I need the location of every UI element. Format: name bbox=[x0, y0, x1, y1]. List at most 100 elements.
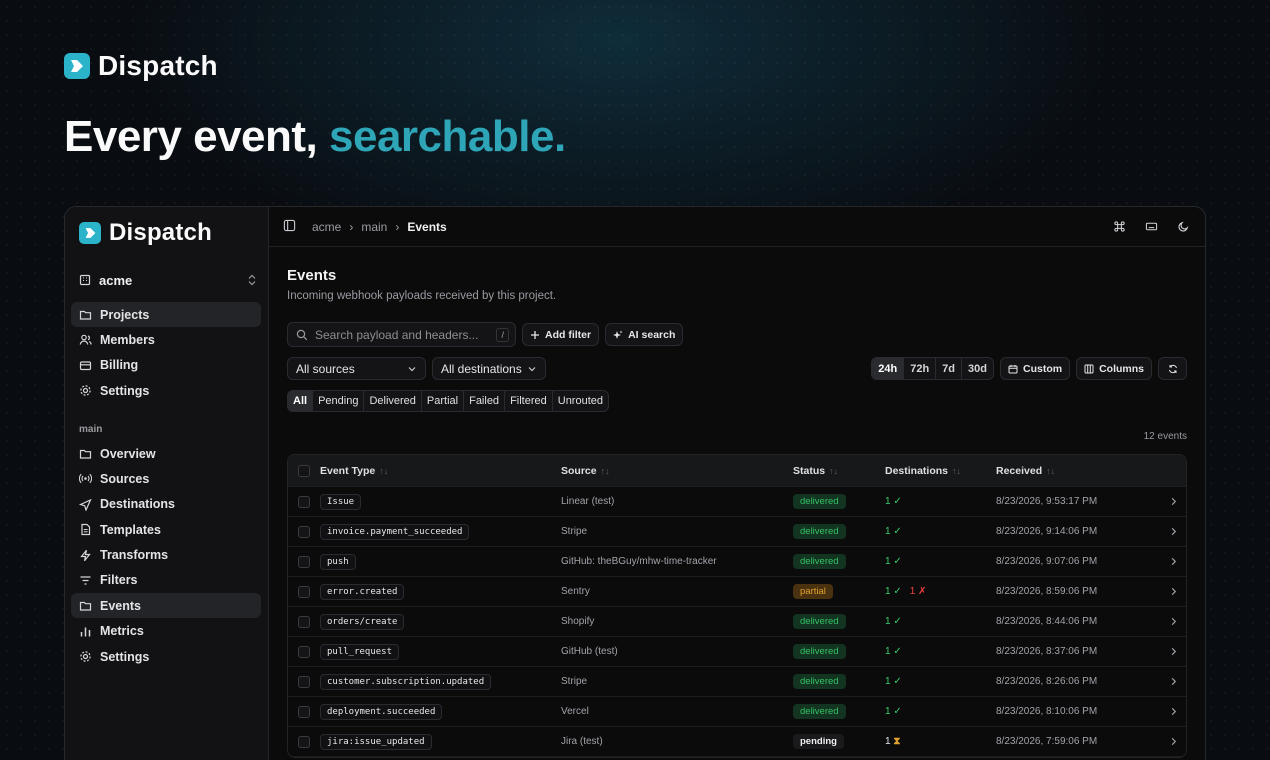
sidebar-item-projects[interactable]: Projects bbox=[71, 302, 261, 327]
row-open[interactable] bbox=[1161, 677, 1185, 686]
row-open[interactable] bbox=[1161, 617, 1185, 626]
range-72h[interactable]: 72h bbox=[904, 358, 937, 379]
sidebar-item-settings[interactable]: Settings bbox=[71, 378, 261, 403]
select-all-checkbox[interactable] bbox=[298, 464, 310, 477]
row-checkbox[interactable] bbox=[298, 525, 310, 538]
search-shortcut: / bbox=[496, 327, 509, 342]
sidebar-item-overview[interactable]: Overview bbox=[71, 441, 261, 466]
custom-range-button[interactable]: Custom bbox=[999, 357, 1071, 380]
event-received: 8/23/2026, 8:44:06 PM bbox=[996, 616, 1098, 627]
col-status[interactable]: Status ↑↓ bbox=[793, 465, 885, 477]
event-source: Vercel bbox=[561, 706, 589, 717]
columns-button[interactable]: Columns bbox=[1076, 357, 1152, 380]
calendar-icon bbox=[1008, 364, 1018, 373]
search-placeholder: Search payload and headers... bbox=[315, 327, 479, 342]
status-badge: delivered bbox=[793, 704, 846, 719]
event-type: customer.subscription.updated bbox=[320, 674, 492, 690]
table-row[interactable]: customer.subscription.updated Stripe deliv… bbox=[288, 667, 1186, 697]
col-destinations-label: Destinations bbox=[885, 464, 949, 477]
sources-select[interactable]: All sources bbox=[287, 357, 426, 380]
sidebar-item-destinations[interactable]: Destinations bbox=[71, 492, 261, 517]
command-icon[interactable] bbox=[1111, 219, 1127, 235]
refresh-button[interactable] bbox=[1158, 357, 1187, 380]
hourglass-icon: ⧗ bbox=[893, 736, 901, 747]
table-row[interactable]: orders/create Shopify delivered 1 ✓ 8/23/202… bbox=[288, 607, 1186, 637]
send-icon bbox=[79, 498, 92, 511]
moon-icon[interactable] bbox=[1175, 219, 1191, 235]
row-checkbox[interactable] bbox=[298, 735, 310, 748]
range-24h[interactable]: 24h bbox=[872, 358, 905, 379]
table-row[interactable]: push GitHub: theBGuy/mhw-time-tracker deli… bbox=[288, 547, 1186, 577]
building-icon bbox=[79, 274, 91, 286]
table-row[interactable]: invoice.payment_succeeded Stripe delivered… bbox=[288, 517, 1186, 547]
row-checkbox[interactable] bbox=[298, 645, 310, 658]
row-open[interactable] bbox=[1161, 497, 1185, 506]
ai-search-button[interactable]: AI search bbox=[605, 323, 684, 346]
breadcrumb-org[interactable]: acme bbox=[312, 220, 341, 234]
row-open[interactable] bbox=[1161, 557, 1185, 566]
tab-unrouted[interactable]: Unrouted bbox=[553, 391, 608, 411]
row-checkbox[interactable] bbox=[298, 675, 310, 688]
sidebar-item-settings[interactable]: Settings bbox=[71, 644, 261, 669]
event-received: 8/23/2026, 9:53:17 PM bbox=[996, 496, 1098, 507]
sidebar-item-label: Destinations bbox=[100, 497, 176, 512]
tab-failed[interactable]: Failed bbox=[464, 391, 506, 411]
sidebar-item-billing[interactable]: Billing bbox=[71, 353, 261, 378]
users-icon bbox=[79, 335, 92, 346]
logo-mark-icon bbox=[79, 222, 101, 244]
search-input[interactable]: Search payload and headers... / bbox=[287, 322, 516, 347]
row-open[interactable] bbox=[1161, 707, 1185, 716]
plus-icon bbox=[531, 330, 539, 339]
sidebar-toggle-icon[interactable] bbox=[283, 219, 296, 235]
row-checkbox[interactable] bbox=[298, 615, 310, 628]
keyboard-icon[interactable] bbox=[1143, 219, 1159, 235]
row-checkbox[interactable] bbox=[298, 705, 310, 718]
sidebar-logo[interactable]: Dispatch bbox=[79, 219, 212, 247]
table-body: Issue Linear (test) delivered 1 ✓ 8/23/2026,… bbox=[288, 487, 1186, 757]
row-checkbox[interactable] bbox=[298, 585, 310, 598]
sidebar-item-sources[interactable]: Sources bbox=[71, 466, 261, 491]
sort-icon: ↑↓ bbox=[600, 465, 610, 476]
status-badge: delivered bbox=[793, 644, 846, 659]
table-row[interactable]: deployment.succeeded Vercel delivered 1 ✓ 8/… bbox=[288, 697, 1186, 727]
sidebar-item-transforms[interactable]: Transforms bbox=[71, 543, 261, 568]
tab-all[interactable]: All bbox=[288, 391, 314, 411]
row-open[interactable] bbox=[1161, 527, 1185, 536]
destinations-select[interactable]: All destinations bbox=[432, 357, 546, 380]
sidebar-item-label: Templates bbox=[100, 522, 161, 537]
table-row[interactable]: pull_request GitHub (test) delivered 1 ✓ 8/2… bbox=[288, 637, 1186, 667]
bolt-icon bbox=[80, 549, 91, 561]
tab-partial[interactable]: Partial bbox=[422, 391, 465, 411]
sidebar-item-events[interactable]: Events bbox=[71, 593, 261, 619]
tab-filtered[interactable]: Filtered bbox=[505, 391, 553, 411]
add-filter-button[interactable]: Add filter bbox=[522, 323, 600, 346]
range-7d[interactable]: 7d bbox=[936, 358, 963, 379]
table-row[interactable]: jira:issue_updated Jira (test) pending 1 ⧗ 8… bbox=[288, 727, 1186, 757]
col-source[interactable]: Source ↑↓ bbox=[561, 465, 793, 477]
col-event-type[interactable]: Event Type ↑↓ bbox=[320, 465, 561, 477]
sidebar-item-members[interactable]: Members bbox=[71, 327, 261, 352]
row-open[interactable] bbox=[1161, 737, 1185, 746]
row-open[interactable] bbox=[1161, 587, 1185, 596]
col-received[interactable]: Received ↑↓ bbox=[996, 465, 1161, 477]
event-received: 8/23/2026, 9:07:06 PM bbox=[996, 556, 1098, 567]
tab-delivered[interactable]: Delivered bbox=[364, 391, 422, 411]
col-destinations[interactable]: Destinations ↑↓ bbox=[885, 465, 996, 477]
sidebar: Dispatch acme Projects Members Billing Sett… bbox=[65, 207, 269, 760]
table-row[interactable]: Issue Linear (test) delivered 1 ✓ 8/23/2026,… bbox=[288, 487, 1186, 517]
row-checkbox[interactable] bbox=[298, 555, 310, 568]
breadcrumb-project[interactable]: main bbox=[361, 220, 387, 234]
chevron-right-icon: › bbox=[349, 219, 354, 234]
sidebar-item-filters[interactable]: Filters bbox=[71, 568, 261, 593]
table-row[interactable]: error.created Sentry partial 1 ✓ 1 ✗ 8/23/202… bbox=[288, 577, 1186, 607]
range-30d[interactable]: 30d bbox=[962, 358, 993, 379]
status-badge: delivered bbox=[793, 674, 846, 689]
tab-pending[interactable]: Pending bbox=[313, 391, 365, 411]
org-switcher[interactable]: acme bbox=[79, 269, 257, 291]
add-filter-label: Add filter bbox=[545, 328, 592, 341]
row-open[interactable] bbox=[1161, 647, 1185, 656]
sidebar-item-metrics[interactable]: Metrics bbox=[71, 619, 261, 644]
status-badge: delivered bbox=[793, 494, 846, 509]
row-checkbox[interactable] bbox=[298, 495, 310, 508]
sidebar-item-templates[interactable]: Templates bbox=[71, 517, 261, 542]
